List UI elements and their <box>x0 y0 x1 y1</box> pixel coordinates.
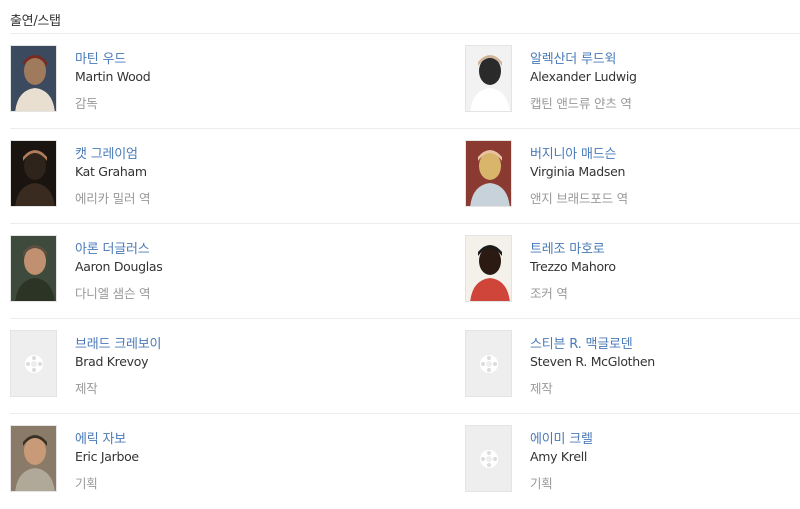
film-reel-icon <box>25 355 43 373</box>
person-role: 다니엘 샘슨 역 <box>75 286 151 301</box>
film-reel-icon <box>480 450 498 468</box>
person-card[interactable]: 브래드 크레보이 Brad Krevoy 제작 <box>10 319 340 414</box>
person-name-english: Brad Krevoy <box>75 354 149 369</box>
person-name-korean[interactable]: 아론 더글러스 <box>75 241 335 258</box>
person-card[interactable]: 버지니아 매드슨 Virginia Madsen 앤지 브래드포드 역 <box>465 129 795 224</box>
cast-staff-grid: 마틴 우드 Martin Wood 감독 알렉산더 루드윅 Alexander Ludw… <box>0 34 800 509</box>
person-photo[interactable] <box>465 45 512 112</box>
person-name-korean[interactable]: 스티븐 R. 맥글로덴 <box>530 336 790 353</box>
cast-row: 아론 더글러스 Aaron Douglas 다니엘 샘슨 역 트레조 마호로 Trezz… <box>10 224 800 319</box>
person-photo[interactable] <box>10 235 57 302</box>
person-name-english: Martin Wood <box>75 69 151 84</box>
person-role: 캡틴 앤드류 얀츠 역 <box>530 96 632 111</box>
person-name-english: Trezzo Mahoro <box>530 259 616 274</box>
cast-row: 캣 그레이엄 Kat Graham 에리카 밀러 역 버지니아 매드슨 Virginia… <box>10 129 800 224</box>
person-card[interactable]: 에이미 크렐 Amy Krell 기획 <box>465 414 795 509</box>
person-card[interactable]: 스티븐 R. 맥글로덴 Steven R. McGlothen 제작 <box>465 319 795 414</box>
no-photo-placeholder[interactable] <box>465 330 512 397</box>
person-name-korean[interactable]: 캣 그레이엄 <box>75 146 335 163</box>
person-role: 제작 <box>75 381 98 396</box>
person-photo[interactable] <box>10 425 57 492</box>
person-card[interactable]: 마틴 우드 Martin Wood 감독 <box>10 34 340 129</box>
person-name-korean[interactable]: 에릭 자보 <box>75 431 335 448</box>
section-title: 출연/스탭 <box>10 14 61 29</box>
person-card[interactable]: 아론 더글러스 Aaron Douglas 다니엘 샘슨 역 <box>10 224 340 319</box>
person-name-english: Eric Jarboe <box>75 449 139 464</box>
person-photo[interactable] <box>465 140 512 207</box>
person-role: 에리카 밀러 역 <box>75 191 151 206</box>
person-name-english: Amy Krell <box>530 449 588 464</box>
person-photo[interactable] <box>10 140 57 207</box>
cast-row: 에릭 자보 Eric Jarboe 기획 에이미 크렐 Amy Krell 기획 <box>10 414 800 509</box>
no-photo-placeholder[interactable] <box>465 425 512 492</box>
person-photo[interactable] <box>10 45 57 112</box>
person-role: 기획 <box>75 476 98 491</box>
person-card[interactable]: 캣 그레이엄 Kat Graham 에리카 밀러 역 <box>10 129 340 224</box>
person-name-korean[interactable]: 마틴 우드 <box>75 51 335 68</box>
person-card[interactable]: 알렉산더 루드윅 Alexander Ludwig 캡틴 앤드류 얀츠 역 <box>465 34 795 129</box>
person-card[interactable]: 에릭 자보 Eric Jarboe 기획 <box>10 414 340 509</box>
person-name-korean[interactable]: 알렉산더 루드윅 <box>530 51 790 68</box>
person-role: 조커 역 <box>530 286 568 301</box>
cast-row: 마틴 우드 Martin Wood 감독 알렉산더 루드윅 Alexander Ludw… <box>10 34 800 129</box>
person-role: 기획 <box>530 476 553 491</box>
person-name-korean[interactable]: 브래드 크레보이 <box>75 336 335 353</box>
person-name-korean[interactable]: 트레조 마호로 <box>530 241 790 258</box>
person-card[interactable]: 트레조 마호로 Trezzo Mahoro 조커 역 <box>465 224 795 319</box>
person-name-korean[interactable]: 에이미 크렐 <box>530 431 790 448</box>
person-name-english: Virginia Madsen <box>530 164 626 179</box>
person-role: 앤지 브래드포드 역 <box>530 191 628 206</box>
person-name-english: Steven R. McGlothen <box>530 354 655 369</box>
no-photo-placeholder[interactable] <box>10 330 57 397</box>
person-name-english: Kat Graham <box>75 164 147 179</box>
film-reel-icon <box>480 355 498 373</box>
person-name-korean[interactable]: 버지니아 매드슨 <box>530 146 790 163</box>
person-photo[interactable] <box>465 235 512 302</box>
person-role: 감독 <box>75 96 98 111</box>
person-name-english: Alexander Ludwig <box>530 69 637 84</box>
person-name-english: Aaron Douglas <box>75 259 163 274</box>
person-role: 제작 <box>530 381 553 396</box>
cast-row: 브래드 크레보이 Brad Krevoy 제작 스티븐 R. 맥글로덴 Steven R… <box>10 319 800 414</box>
